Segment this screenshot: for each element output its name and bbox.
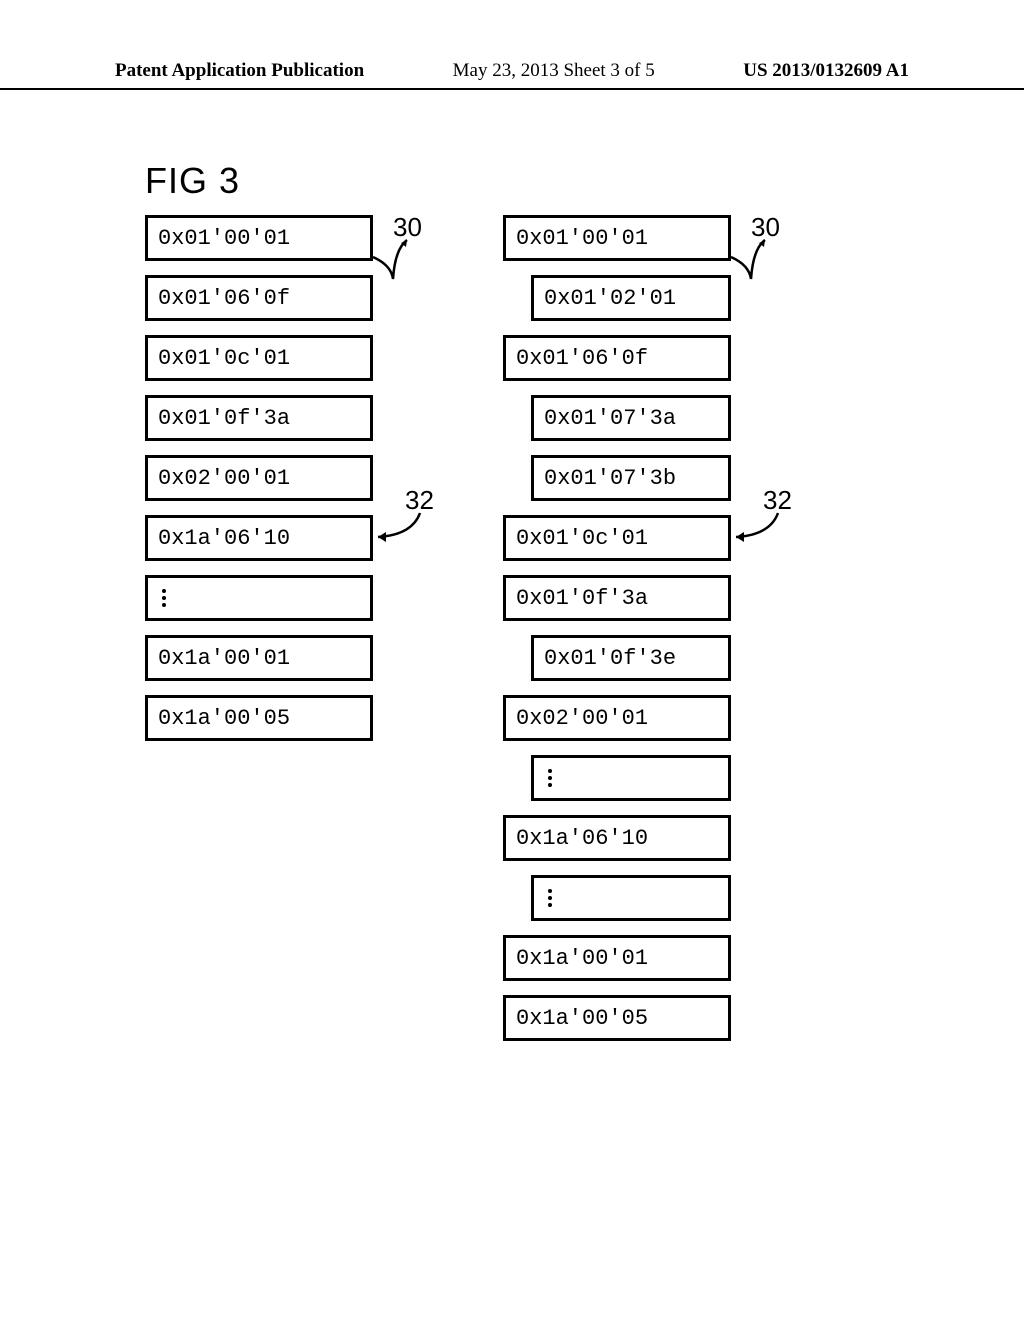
address-cell: 0x01'00'01: [145, 215, 373, 261]
address-cell: 0x1a'00'01: [145, 635, 373, 681]
columns-container: 30 32 0x01'00'010x01'06'0f0x01'0c'010x01…: [145, 215, 731, 1041]
address-cell: 0x01'0c'01: [145, 335, 373, 381]
lead-line-30-icon: [731, 237, 769, 297]
lead-line-30-icon: [373, 237, 411, 297]
address-cell: 0x1a'06'10: [503, 815, 731, 861]
ellipsis-cell: [531, 875, 731, 921]
header-mid: May 23, 2013 Sheet 3 of 5: [453, 60, 655, 82]
address-cell: 0x01'0f'3a: [503, 575, 731, 621]
header-line: Patent Application Publication May 23, 2…: [0, 60, 1024, 82]
address-cell: 0x1a'00'01: [503, 935, 731, 981]
address-cell: 0x01'0f'3e: [531, 635, 731, 681]
ellipsis-cell: [531, 755, 731, 801]
header-right: US 2013/0132609 A1: [743, 60, 909, 82]
figure-title: FIG 3: [145, 160, 240, 202]
left-column: 30 32 0x01'00'010x01'06'0f0x01'0c'010x01…: [145, 215, 373, 1041]
page-header: Patent Application Publication May 23, 2…: [0, 60, 1024, 90]
header-left: Patent Application Publication: [115, 60, 364, 82]
lead-line-32-icon: [370, 511, 426, 545]
address-cell: 0x02'00'01: [145, 455, 373, 501]
address-cell: 0x01'0c'01: [503, 515, 731, 561]
address-cell: 0x01'06'0f: [503, 335, 731, 381]
right-column: 30 32 0x01'00'010x01'02'010x01'06'0f0x01…: [503, 215, 731, 1041]
address-cell: 0x01'06'0f: [145, 275, 373, 321]
address-cell: 0x1a'00'05: [503, 995, 731, 1041]
address-cell: 0x01'07'3b: [531, 455, 731, 501]
address-cell: 0x01'02'01: [531, 275, 731, 321]
address-cell: 0x02'00'01: [503, 695, 731, 741]
address-cell: 0x1a'06'10: [145, 515, 373, 561]
address-cell: 0x01'07'3a: [531, 395, 731, 441]
address-cell: 0x1a'00'05: [145, 695, 373, 741]
address-cell: 0x01'00'01: [503, 215, 731, 261]
ellipsis-cell: [145, 575, 373, 621]
address-cell: 0x01'0f'3a: [145, 395, 373, 441]
lead-line-32-icon: [728, 511, 784, 545]
